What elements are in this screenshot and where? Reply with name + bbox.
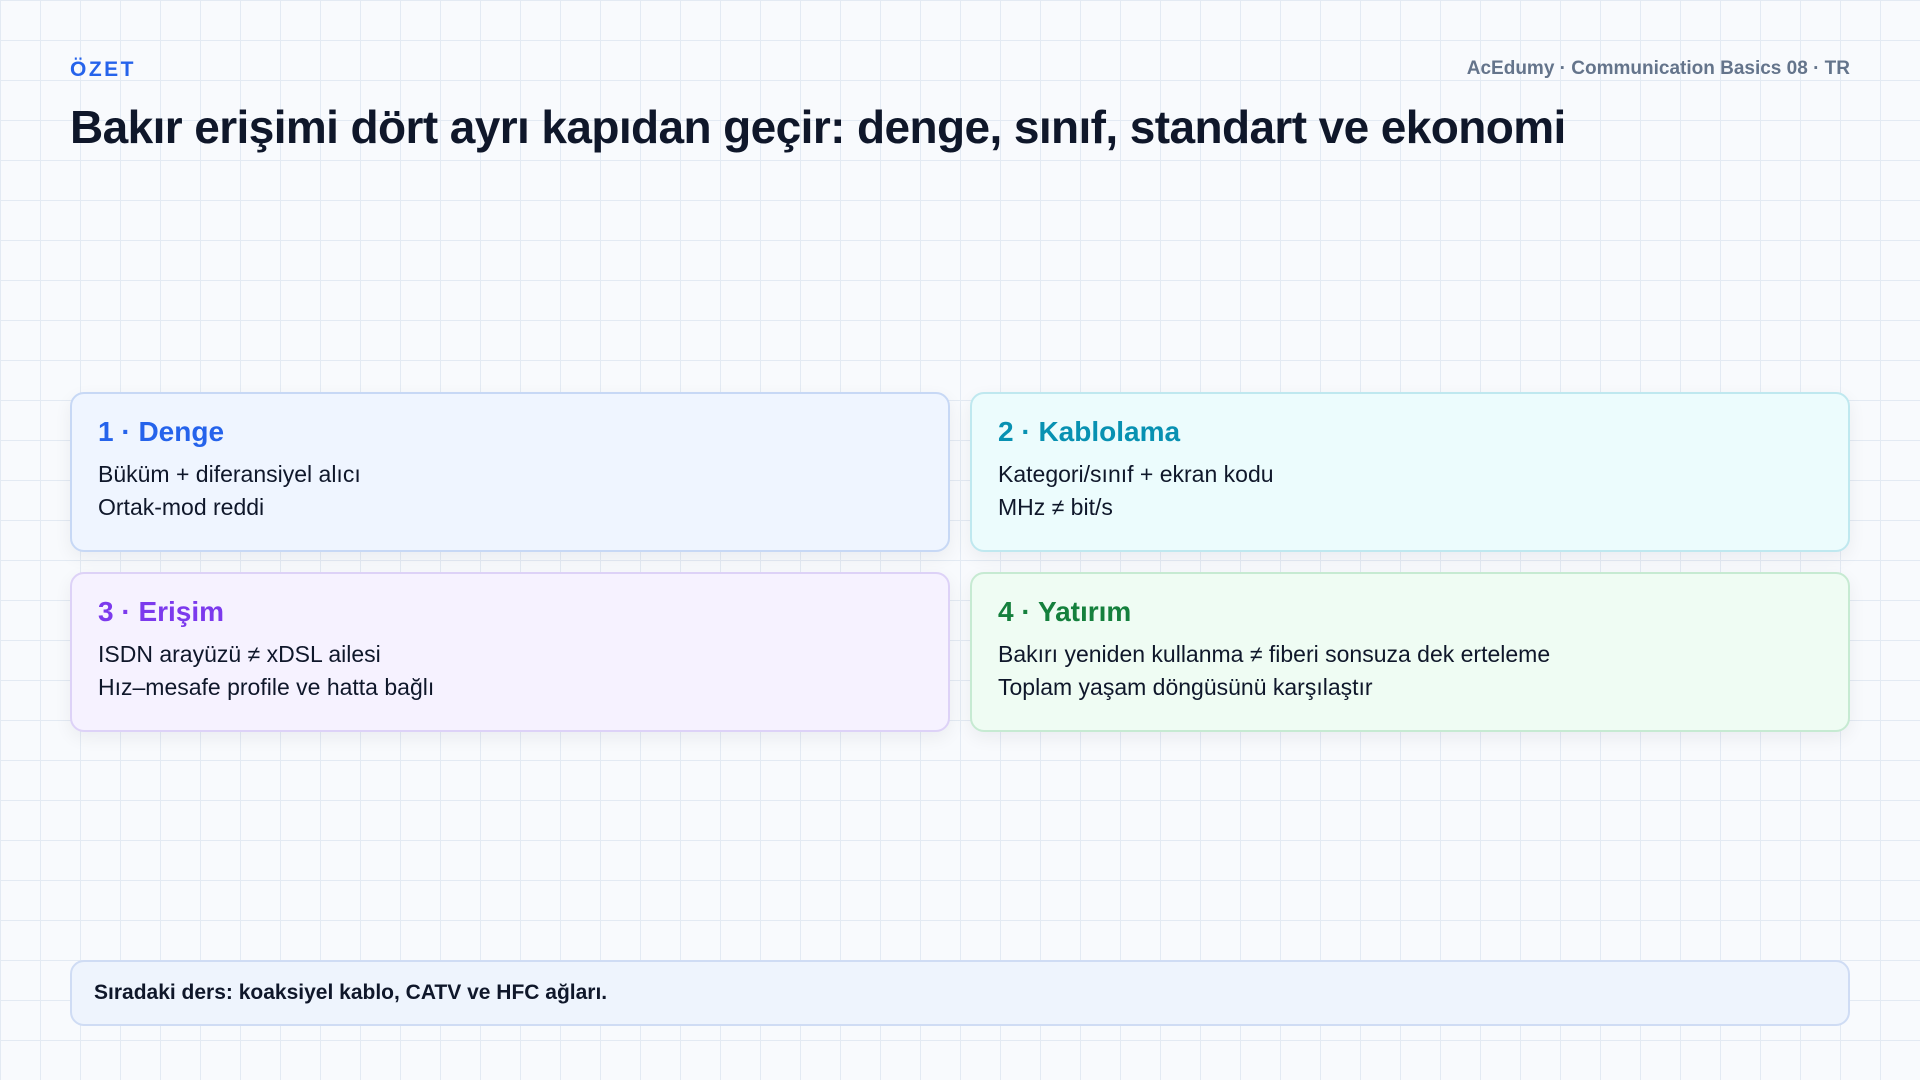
card-line: MHz ≠ bit/s	[998, 494, 1113, 520]
card-title: 4 · Yatırım	[998, 596, 1132, 627]
card-denge: 1 · Denge Büküm + diferansiyel alıcı Ort…	[70, 392, 950, 552]
card-line: Ortak-mod reddi	[98, 494, 265, 520]
course-meta: AcEdumy · Communication Basics 08 · TR	[1466, 58, 1850, 79]
card-line: ISDN arayüzü ≠ xDSL ailesi	[98, 641, 381, 667]
kicker-label: ÖZET	[70, 58, 136, 81]
card-line: Hız–mesafe profile ve hatta bağlı	[98, 674, 435, 700]
card-title: 3 · Erişim	[98, 596, 225, 627]
card-line: Kategori/sınıf + ekran kodu	[998, 461, 1274, 487]
next-lesson-note: Sıradaki ders: koaksiyel kablo, CATV ve …	[70, 960, 1850, 1026]
card-line: Bakırı yeniden kullanma ≠ fiberi sonsuza…	[998, 641, 1551, 667]
card-yatirim: 4 · Yatırım Bakırı yeniden kullanma ≠ fi…	[970, 572, 1850, 732]
card-erisim: 3 · Erişim ISDN arayüzü ≠ xDSL ailesi Hı…	[70, 572, 950, 732]
card-kablolama: 2 · Kablolama Kategori/sınıf + ekran kod…	[970, 392, 1850, 552]
summary-cards: 1 · Denge Büküm + diferansiyel alıcı Ort…	[70, 392, 1850, 732]
page-title: Bakır erişimi dört ayrı kapıdan geçir: d…	[70, 101, 1566, 153]
next-lesson-text: Sıradaki ders: koaksiyel kablo, CATV ve …	[94, 981, 608, 1004]
card-line: Toplam yaşam döngüsünü karşılaştır	[998, 674, 1373, 700]
card-title: 1 · Denge	[98, 416, 225, 447]
card-title: 2 · Kablolama	[998, 416, 1181, 447]
card-line: Büküm + diferansiyel alıcı	[98, 461, 361, 487]
